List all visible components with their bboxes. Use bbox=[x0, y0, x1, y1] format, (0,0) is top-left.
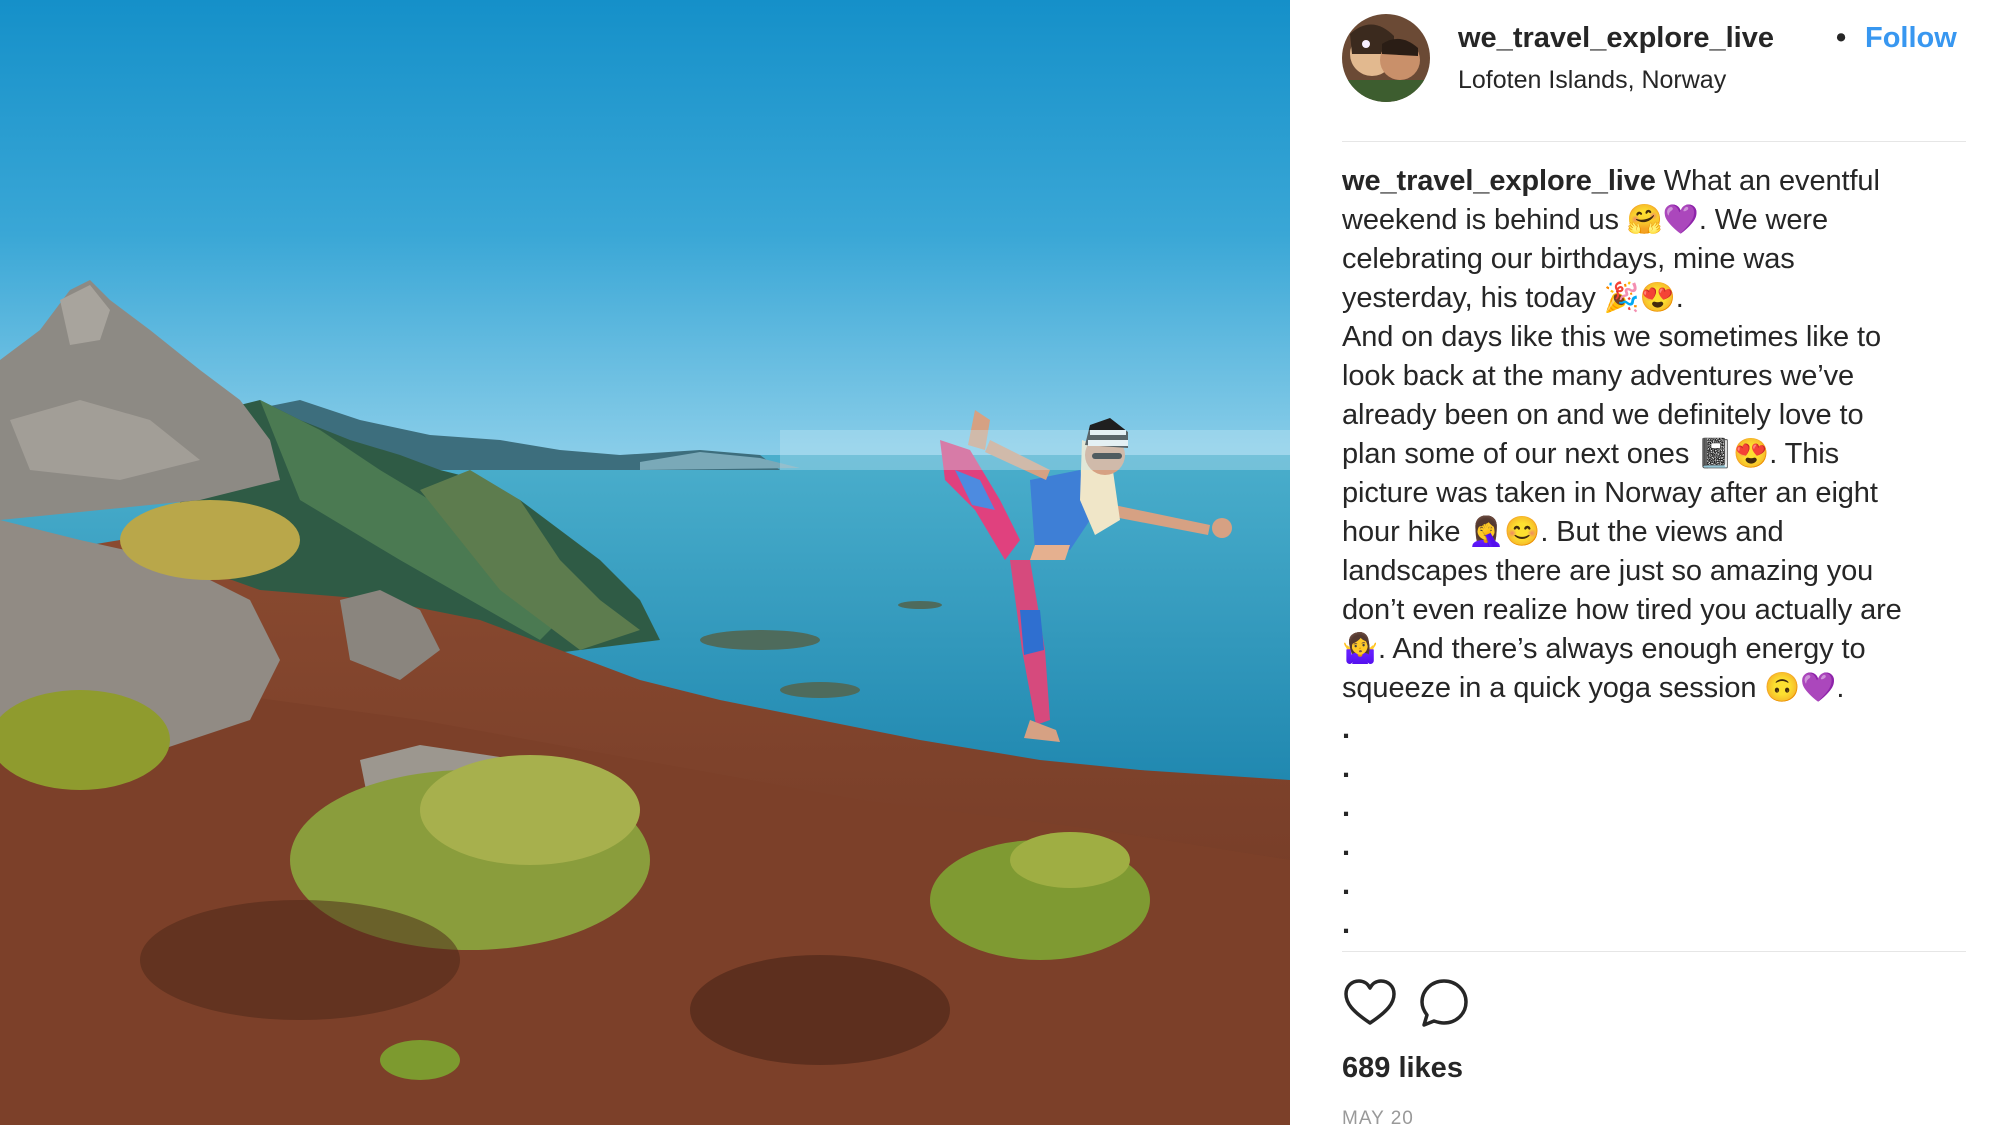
caption-dot: . bbox=[1342, 830, 1350, 862]
caption-line: hour hike 🤦‍♀️😊. But the views and bbox=[1342, 516, 1784, 548]
caption-dot: . bbox=[1342, 752, 1350, 784]
caption-line: weekend is behind us 🤗💜. We were bbox=[1342, 204, 1828, 236]
caption-dot: . bbox=[1342, 791, 1350, 823]
comment-icon[interactable] bbox=[1416, 975, 1472, 1031]
post-side-panel: we_travel_explore_live • Follow Lofoten … bbox=[1290, 0, 2000, 1125]
post-actions bbox=[1342, 975, 1542, 1031]
post-location[interactable]: Lofoten Islands, Norway bbox=[1458, 66, 1726, 95]
caption-line: look back at the many adventures we’ve bbox=[1342, 360, 1855, 392]
caption-line: plan some of our next ones 📓😍. This bbox=[1342, 438, 1839, 470]
caption-line: we_travel_explore_live What an eventful bbox=[1342, 165, 1880, 197]
caption-line: And on days like this we sometimes like … bbox=[1342, 321, 1881, 353]
caption-line: yesterday, his today 🎉😍. bbox=[1342, 282, 1684, 314]
separator-dot: • bbox=[1836, 22, 1847, 54]
avatar[interactable] bbox=[1342, 14, 1430, 102]
post-photo[interactable] bbox=[0, 0, 1290, 1125]
post-username[interactable]: we_travel_explore_live bbox=[1458, 22, 1774, 55]
caption-username[interactable]: we_travel_explore_live bbox=[1342, 165, 1656, 197]
caption-dot: . bbox=[1342, 713, 1350, 745]
caption-line: 🤷‍♀️. And there’s always enough energy t… bbox=[1342, 633, 1866, 665]
caption-line: landscapes there are just so amazing you bbox=[1342, 555, 1874, 587]
caption-dots: . . . . . . bbox=[1342, 710, 1966, 944]
follow-button[interactable]: Follow bbox=[1865, 22, 1957, 55]
landscape-photo-illustration bbox=[0, 0, 1290, 1125]
caption-dot: . bbox=[1342, 869, 1350, 901]
caption-line: squeeze in a quick yoga session 🙃💜. bbox=[1342, 672, 1845, 704]
caption-line: celebrating our birthdays, mine was bbox=[1342, 243, 1795, 275]
heart-icon[interactable] bbox=[1342, 975, 1398, 1031]
caption-line: picture was taken in Norway after an eig… bbox=[1342, 477, 1878, 509]
post-date: MAY 20 bbox=[1342, 1108, 1414, 1125]
caption-dot: . bbox=[1342, 908, 1350, 940]
caption-line: don’t even realize how tired you actuall… bbox=[1342, 594, 1902, 626]
likes-count[interactable]: 689 likes bbox=[1342, 1052, 1463, 1085]
caption-line: already been on and we definitely love t… bbox=[1342, 399, 1864, 431]
caption-text: we_travel_explore_live What an eventful … bbox=[1342, 162, 1966, 944]
caption-area: we_travel_explore_live What an eventful … bbox=[1342, 162, 1966, 952]
post-header: we_travel_explore_live • Follow Lofoten … bbox=[1342, 14, 1966, 142]
